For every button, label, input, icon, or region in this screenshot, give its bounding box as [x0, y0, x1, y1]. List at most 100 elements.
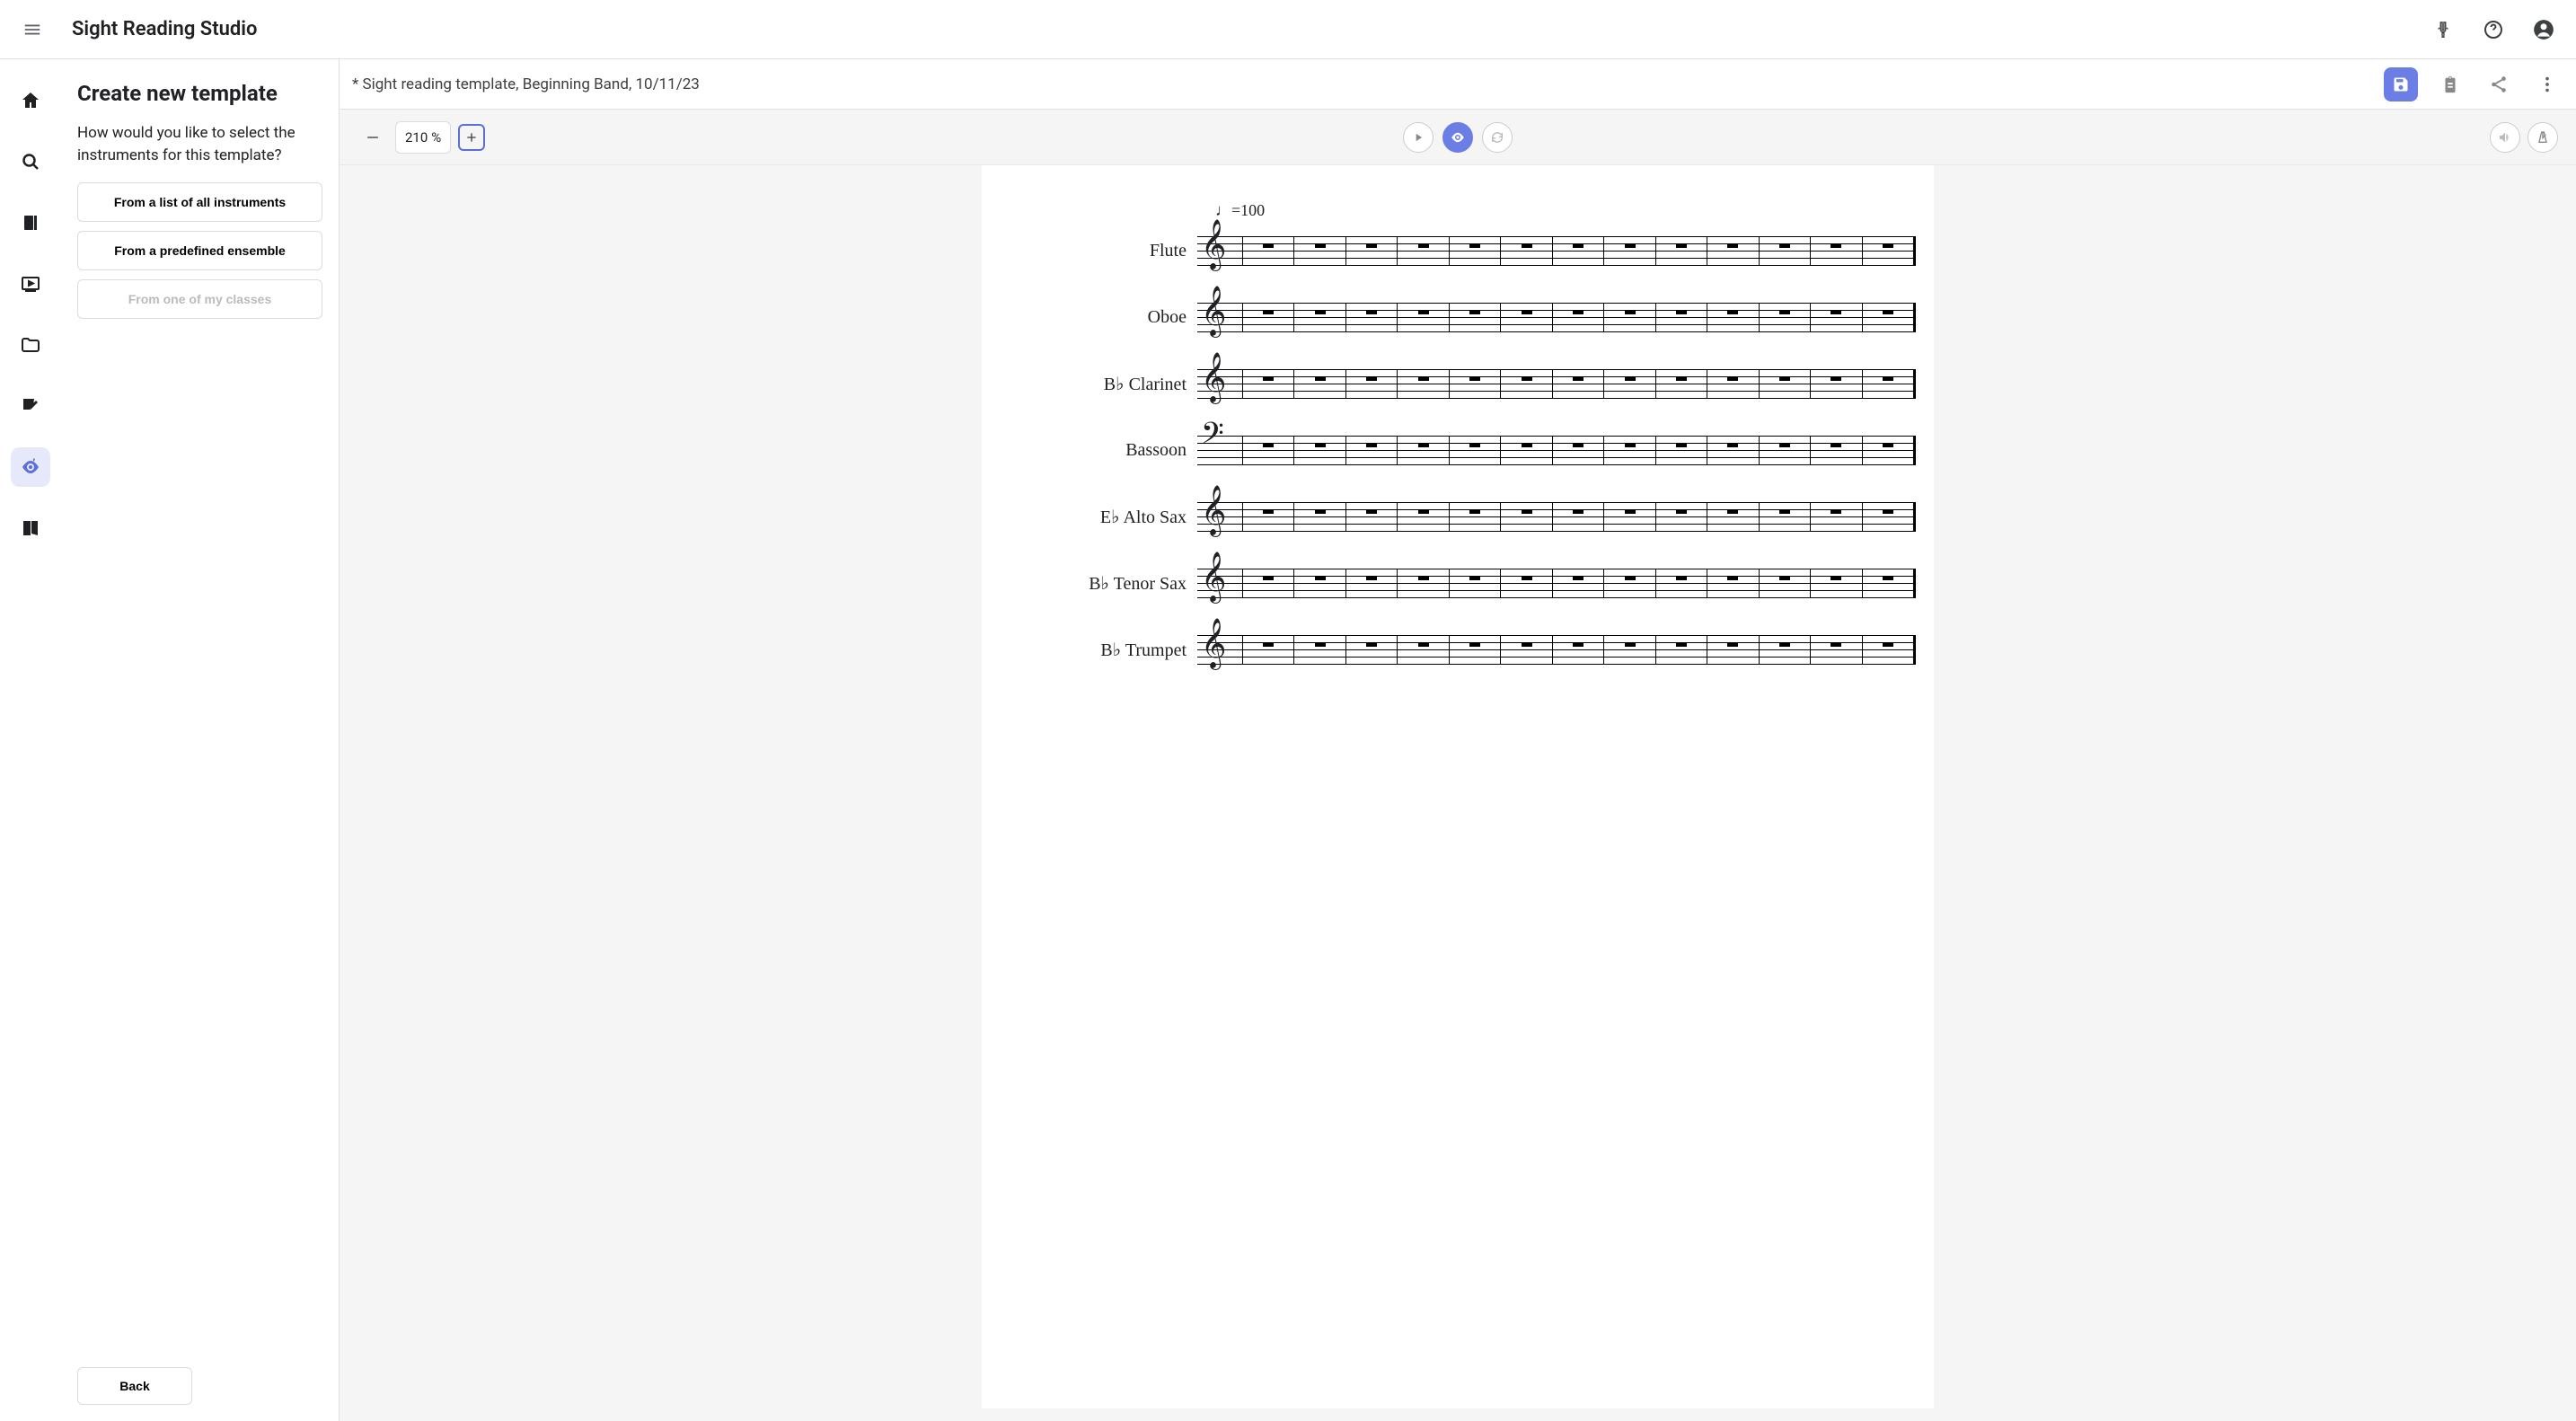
measure [1398, 369, 1449, 398]
whole-rest-icon [1573, 509, 1584, 514]
option-predefined-ensemble[interactable]: From a predefined ensemble [77, 231, 322, 270]
measure [1450, 369, 1501, 398]
home-icon[interactable] [11, 81, 50, 120]
whole-rest-icon [1315, 243, 1326, 248]
sight-reading-icon[interactable] [11, 447, 50, 487]
measure [1398, 236, 1449, 265]
whole-rest-icon [1727, 243, 1738, 248]
whole-rest-icon [1522, 443, 1532, 447]
measure [1346, 436, 1398, 464]
more-icon[interactable] [2531, 68, 2563, 101]
treble-clef-icon: 𝄞 [1201, 622, 1226, 666]
tuning-fork-icon[interactable] [2425, 12, 2461, 48]
search-icon[interactable] [11, 142, 50, 181]
measure [1294, 502, 1345, 531]
measure [1242, 303, 1294, 331]
whole-rest-icon [1883, 376, 1893, 381]
measure [1707, 236, 1759, 265]
whole-rest-icon [1779, 576, 1790, 580]
measure [1501, 236, 1552, 265]
whole-rest-icon [1831, 376, 1841, 381]
measure [1501, 436, 1552, 464]
whole-rest-icon [1831, 642, 1841, 647]
measure [1294, 369, 1345, 398]
whole-rest-icon [1676, 509, 1687, 514]
instrument-label: B♭ Tenor Sax [1036, 572, 1197, 595]
measure [1294, 436, 1345, 464]
measure [1707, 436, 1759, 464]
staff-row: Bassoon𝄢 [1036, 427, 1916, 473]
whole-rest-icon [1883, 443, 1893, 447]
measure [1656, 569, 1707, 597]
score-viewport[interactable]: ♩=100 Flute𝄞Oboe𝄞B♭ Clarinet𝄞Bassoon𝄢E♭ … [340, 165, 2576, 1421]
preview-button[interactable] [1442, 122, 1473, 153]
staff: 𝄞 [1197, 227, 1916, 274]
whole-rest-icon [1779, 310, 1790, 314]
instrument-label: B♭ Clarinet [1036, 373, 1197, 395]
whole-rest-icon [1522, 576, 1532, 580]
zoom-value: 210 [405, 129, 428, 146]
share-icon[interactable] [2483, 68, 2515, 101]
whole-rest-icon [1883, 509, 1893, 514]
panel-prompt: How would you like to select the instrum… [77, 122, 322, 166]
whole-rest-icon [1366, 243, 1377, 248]
whole-rest-icon [1831, 310, 1841, 314]
volume-button[interactable] [2490, 122, 2520, 153]
whole-rest-icon [1573, 310, 1584, 314]
measure [1811, 502, 1862, 531]
zoom-pct: % [431, 129, 441, 146]
measure [1398, 303, 1449, 331]
zoom-value-display[interactable]: 210 % [395, 121, 451, 154]
zoom-out-button[interactable] [357, 122, 388, 153]
save-button[interactable] [2384, 67, 2418, 102]
measure [1450, 635, 1501, 664]
folder-icon[interactable] [11, 325, 50, 365]
whole-rest-icon [1418, 576, 1429, 580]
whole-rest-icon [1779, 376, 1790, 381]
metronome-button[interactable] [2527, 122, 2558, 153]
measure [1863, 303, 1916, 331]
measure [1656, 369, 1707, 398]
help-icon[interactable] [2475, 12, 2511, 48]
measure [1760, 436, 1811, 464]
measure [1346, 502, 1398, 531]
account-icon[interactable] [2526, 12, 2562, 48]
option-all-instruments[interactable]: From a list of all instruments [77, 182, 322, 222]
measure [1604, 569, 1655, 597]
exit-icon[interactable] [11, 508, 50, 548]
whole-rest-icon [1522, 376, 1532, 381]
back-button[interactable]: Back [77, 1367, 192, 1405]
measure [1242, 502, 1294, 531]
whole-rest-icon [1779, 642, 1790, 647]
whole-rest-icon [1573, 376, 1584, 381]
book-icon[interactable] [11, 203, 50, 243]
treble-clef-icon: 𝄞 [1201, 224, 1226, 267]
treble-clef-icon: 𝄞 [1201, 490, 1226, 533]
measure [1707, 569, 1759, 597]
whole-rest-icon [1315, 642, 1326, 647]
whole-rest-icon [1315, 576, 1326, 580]
whole-rest-icon [1573, 243, 1584, 248]
whole-rest-icon [1779, 443, 1790, 447]
video-icon[interactable] [11, 264, 50, 304]
menu-icon[interactable] [14, 12, 50, 48]
compose-icon[interactable] [11, 386, 50, 426]
refresh-button[interactable] [1482, 122, 1513, 153]
doc-header: * Sight reading template, Beginning Band… [340, 59, 2576, 110]
measure [1242, 569, 1294, 597]
instrument-label: Oboe [1036, 307, 1197, 328]
measure [1656, 502, 1707, 531]
clipboard-icon[interactable] [2434, 68, 2466, 101]
main-area: * Sight reading template, Beginning Band… [340, 59, 2576, 1421]
measure [1501, 502, 1552, 531]
measure [1553, 436, 1604, 464]
treble-clef-icon: 𝄞 [1201, 357, 1226, 400]
measure [1707, 635, 1759, 664]
whole-rest-icon [1676, 310, 1687, 314]
measure [1398, 635, 1449, 664]
measure [1294, 236, 1345, 265]
play-button[interactable] [1403, 122, 1434, 153]
zoom-in-button[interactable] [458, 124, 485, 151]
measure [1604, 303, 1655, 331]
whole-rest-icon [1727, 310, 1738, 314]
